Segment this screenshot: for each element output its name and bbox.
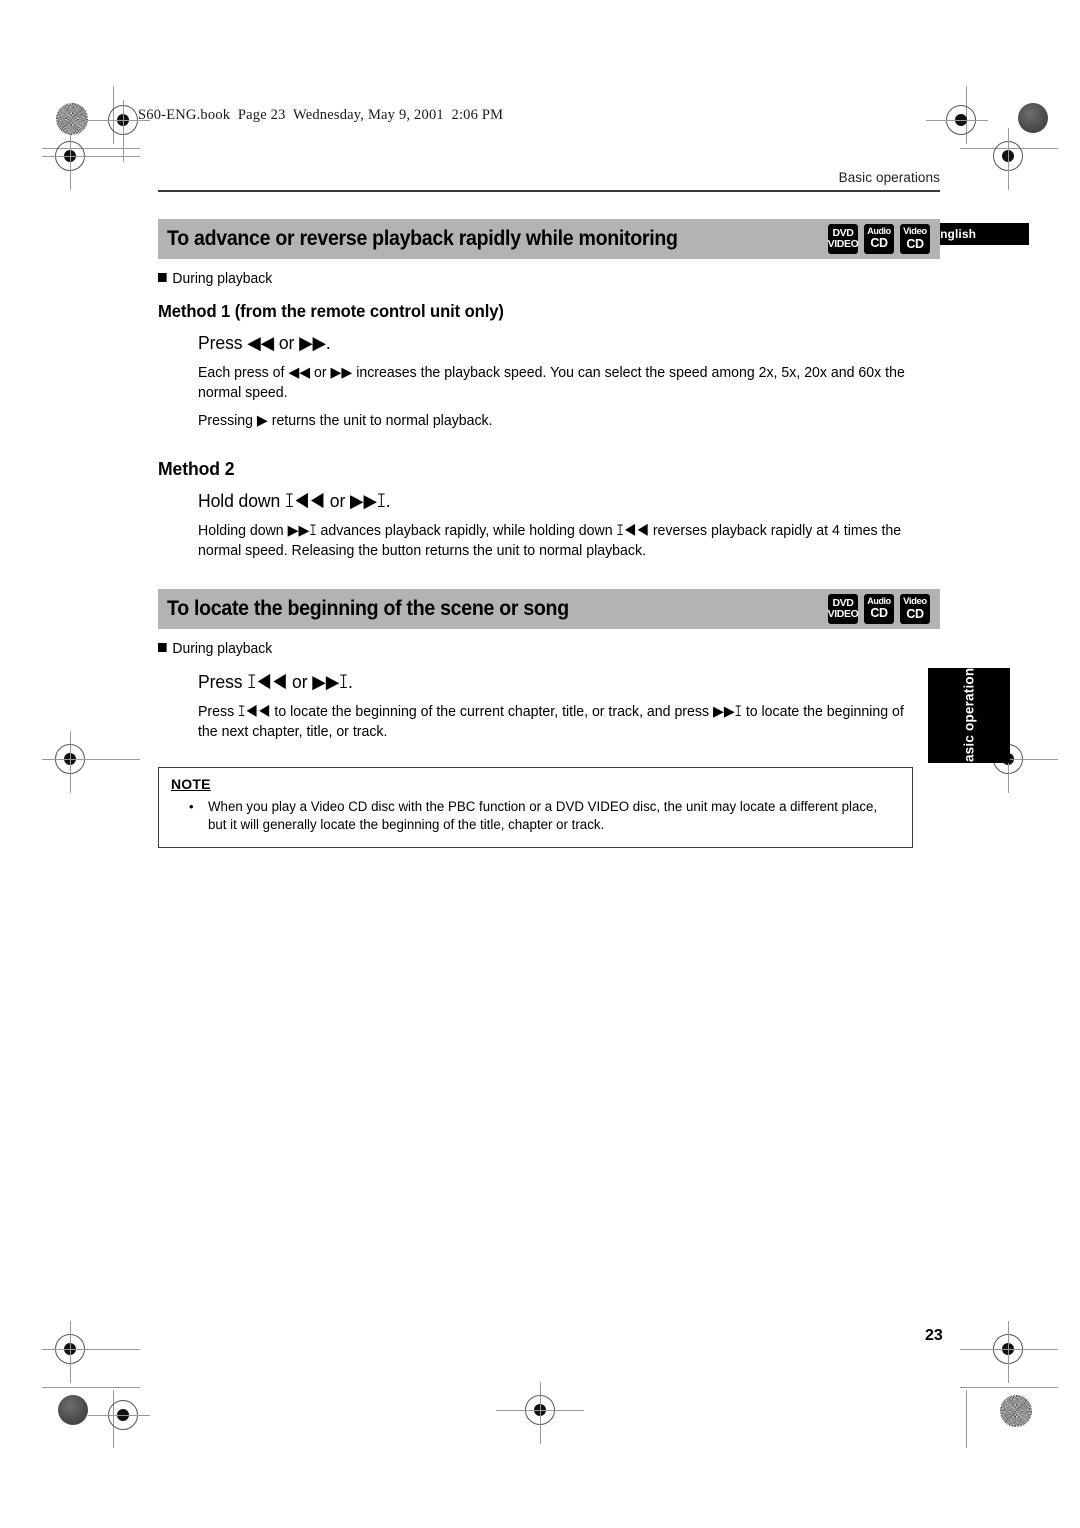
section-2-step: Press ꕯ◀◀ or ▶▶ꕯ. <box>198 670 353 692</box>
condition-line-2: During playback <box>158 641 909 657</box>
trim-line-horizontal-lower-left-2 <box>42 1387 140 1388</box>
note-bullet-icon: • <box>189 798 194 814</box>
trim-line-vertical-bottom-center <box>540 1382 541 1444</box>
trim-line-vertical-middle-left <box>70 731 71 793</box>
audio-cd-icon: Audio CD <box>864 593 894 624</box>
spacer-section-gap <box>158 569 940 589</box>
trim-line-horizontal-top-right <box>926 120 988 121</box>
trim-line-vertical-lower-left <box>70 1321 71 1383</box>
disc-icon-group-1: DVD VIDEO Audio CD Video CD <box>827 223 930 254</box>
registration-solid-circle-bottom-left <box>58 1395 88 1425</box>
square-bullet-icon <box>158 272 167 282</box>
note-item: • When you play a Video CD disc with the… <box>171 798 900 836</box>
trim-line-vertical-upper-right <box>1008 128 1009 190</box>
dvd-video-icon-line2: VIDEO <box>827 238 859 250</box>
method-2-paragraph-1: Holding down ▶▶ꕯ advances playback rapid… <box>198 522 902 559</box>
disc-icon-group-2: DVD VIDEO Audio CD Video CD <box>827 593 930 624</box>
page-content: Basic operations To advance or reverse p… <box>158 170 940 849</box>
trim-line-horizontal-upper-left-2 <box>42 156 140 157</box>
video-cd-icon-line2: CD <box>906 606 924 621</box>
audio-cd-icon-line2: CD <box>870 236 888 251</box>
running-head: Basic operations <box>838 170 940 185</box>
section-2-paragraph-1: Press ꕯ◀◀ to locate the beginning of the… <box>198 703 904 740</box>
header-rule <box>158 190 940 192</box>
video-cd-icon-line2: CD <box>906 236 924 251</box>
registration-hatch-circle-top-left <box>56 103 88 135</box>
method-1-paragraph-1: Each press of ◀◀ or ▶▶ increases the pla… <box>198 364 905 401</box>
dvd-video-icon: DVD VIDEO <box>827 593 859 624</box>
method-2-step: Hold down ꕯ◀◀ or ▶▶ꕯ. <box>198 489 391 511</box>
dvd-video-icon-line1: DVD <box>832 596 854 609</box>
audio-cd-icon: Audio CD <box>864 223 894 254</box>
side-tab-basic-operations: Basic operations <box>928 660 1010 771</box>
method-1-heading: Method 1 (from the remote control unit o… <box>158 300 504 321</box>
section-title-2: To locate the beginning of the scene or … <box>167 596 569 620</box>
condition-label-1: During playback <box>172 270 273 287</box>
section-title-1: To advance or reverse playback rapidly w… <box>167 226 678 250</box>
video-cd-icon: Video CD <box>900 223 930 254</box>
note-label: NOTE <box>171 775 211 792</box>
trim-line-vertical-bottom-right <box>966 1390 967 1448</box>
trim-line-horizontal-bottom-left <box>88 1415 150 1416</box>
method-1-step: Press ◀◀ or ▶▶. <box>198 331 331 353</box>
video-cd-icon-line1: Video <box>903 226 927 237</box>
audio-cd-icon-line1: Audio <box>867 226 891 237</box>
condition-line-1: During playback <box>158 271 909 287</box>
dvd-video-icon-line2: VIDEO <box>827 608 859 620</box>
audio-cd-icon-line1: Audio <box>867 596 891 607</box>
trim-line-vertical-lower-right <box>1008 1321 1009 1383</box>
side-tab-label: Basic operations <box>961 659 977 772</box>
video-cd-icon: Video CD <box>900 593 930 624</box>
condition-label-2: During playback <box>172 640 273 657</box>
page-number: 23 <box>925 1327 943 1344</box>
trim-line-horizontal-lower-left <box>42 1349 140 1350</box>
scan-header-text: S60-ENG.book Page 23 Wednesday, May 9, 2… <box>138 107 504 123</box>
language-tab: English <box>925 223 1029 245</box>
dvd-video-icon-line1: DVD <box>832 226 854 239</box>
dvd-video-icon: DVD VIDEO <box>827 223 859 254</box>
registration-solid-circle-top-right <box>1018 103 1048 133</box>
note-text: When you play a Video CD disc with the P… <box>207 798 877 833</box>
registration-hatch-circle-bottom-right <box>1000 1395 1032 1427</box>
section-title-bar-1: To advance or reverse playback rapidly w… <box>158 218 940 259</box>
trim-line-horizontal-lower-right-2 <box>960 1387 1058 1388</box>
note-box: NOTE • When you play a Video CD disc wit… <box>158 766 913 849</box>
method-2-heading: Method 2 <box>158 457 235 479</box>
audio-cd-icon-line2: CD <box>870 606 888 621</box>
trim-line-horizontal-lower-right <box>960 1349 1058 1350</box>
spacer-method-gap <box>158 439 940 458</box>
trim-line-vertical-upper-left <box>70 128 71 190</box>
trim-line-horizontal-middle-left <box>42 759 140 760</box>
trim-line-vertical-left-2 <box>123 100 124 162</box>
square-bullet-icon <box>158 642 167 652</box>
section-title-bar-2: To locate the beginning of the scene or … <box>158 588 940 629</box>
video-cd-icon-line1: Video <box>903 596 927 607</box>
method-1-paragraph-2: Pressing ▶ returns the unit to normal pl… <box>198 412 493 429</box>
